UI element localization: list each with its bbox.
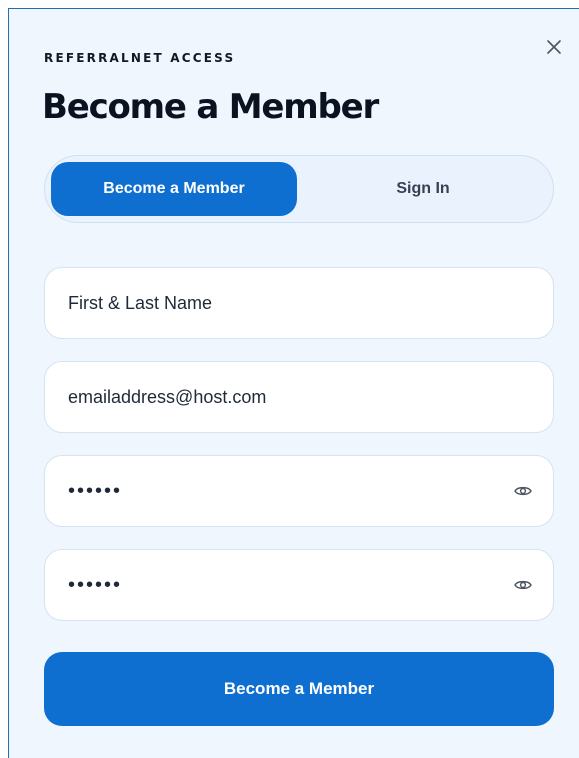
email-input[interactable]	[68, 386, 533, 408]
signup-modal: REFERRALNET ACCESS Become a Member Becom…	[8, 8, 579, 758]
password-field	[44, 455, 554, 527]
modal-title: Become a Member	[42, 87, 379, 127]
password-input[interactable]	[68, 479, 513, 503]
eye-icon	[514, 580, 532, 590]
close-icon	[547, 40, 561, 54]
become-a-member-button[interactable]: Become a Member	[44, 652, 554, 726]
close-button[interactable]	[542, 35, 566, 59]
eye-icon	[514, 486, 532, 496]
tab-become-a-member[interactable]: Become a Member	[51, 162, 297, 216]
name-input[interactable]	[68, 292, 533, 314]
email-field	[44, 361, 554, 433]
password-reveal-button[interactable]	[513, 481, 533, 501]
tab-sign-in[interactable]: Sign In	[300, 162, 546, 216]
confirm-password-input[interactable]	[68, 573, 513, 597]
confirm-password-field	[44, 549, 554, 621]
name-field	[44, 267, 554, 339]
confirm-password-reveal-button[interactable]	[513, 575, 533, 595]
modal-eyebrow: REFERRALNET ACCESS	[44, 51, 236, 65]
auth-tab-switcher: Become a Member Sign In	[44, 155, 554, 223]
